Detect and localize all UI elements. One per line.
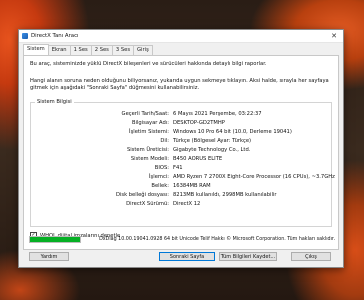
info-label: İşletim Sistemi: [129,129,169,135]
system-info-group: Sistem Bilgisi Geçerli Tarih/Saat: 6 May… [30,99,335,227]
info-row-pagefile: Disk belleği dosyası: 8213MB kullanıldı,… [31,192,331,199]
info-row-os: İşletim Sistemi: Windows 10 Pro 64 bit (… [31,129,331,136]
info-label: İşlemci: [149,174,169,180]
info-value: B450 AORUS ELITE [173,156,223,162]
info-value: DirectX 12 [173,201,201,207]
info-row-language: Dil: Türkçe (Bölgesel Ayar: Türkçe) [31,138,331,145]
tab-input[interactable]: Giriş [133,45,153,55]
info-value: F41 [173,165,183,171]
info-row-datetime: Geçerli Tarih/Saat: 6 Mayıs 2021 Perşemb… [31,111,331,118]
info-row-model: Sistem Modeli: B450 AORUS ELITE [31,156,331,163]
info-label: Sistem Modeli: [130,156,169,162]
info-label: Disk belleği dosyası: [115,192,169,198]
progress-bar [29,236,81,243]
tab-sound-3[interactable]: 3 Ses [111,45,135,55]
instructions-text: Hangi alanın soruna neden olduğunu biliy… [30,78,329,91]
close-button[interactable]: ✕ [325,30,343,42]
info-value: Gigabyte Technology Co., Ltd. [173,147,251,153]
progress-fill [30,237,80,242]
info-label: Sistem Üreticisi: [126,147,169,153]
info-value: Türkçe (Bölgesel Ayar: Türkçe) [173,138,252,144]
title-bar: DirectX Tanı Aracı ✕ [19,30,343,43]
tab-sound-2[interactable]: 2 Ses [90,45,113,55]
save-all-button[interactable]: Tüm Bilgileri Kaydet... [219,252,277,261]
info-value: 6 Mayıs 2021 Perşembe, 03:22:37 [173,111,262,117]
next-page-button[interactable]: Sonraki Sayfa [159,252,215,261]
dxdiag-window: DirectX Tanı Aracı ✕ Sistem Ekran 1 Ses … [18,29,344,268]
info-value: 8213MB kullanıldı, 2998MB kullanılabilir [173,192,277,198]
info-value: Windows 10 Pro 64 bit (10.0, Derleme 190… [173,129,292,135]
info-row-bios: BIOS: F41 [31,165,331,172]
info-label: Dil: [160,138,169,144]
info-label: BIOS: [154,165,169,171]
info-value: AMD Ryzen 7 2700X Eight-Core Processor (… [173,174,335,180]
tab-sound-1[interactable]: 1 Ses [69,45,92,55]
system-info-title: Sistem Bilgisi [35,99,74,105]
tab-system[interactable]: Sistem [23,44,49,55]
info-row-memory: Bellek: 16384MB RAM [31,183,331,190]
info-value: 16384MB RAM [173,183,211,189]
info-label: Bilgisayar Adı: [131,120,169,126]
info-label: Bellek: [151,183,169,189]
system-tab-panel: Bu araç, sisteminizde yüklü DirectX bile… [23,55,339,250]
info-row-processor: İşlemci: AMD Ryzen 7 2700X Eight-Core Pr… [31,174,335,181]
help-button[interactable]: Yardım [29,252,69,261]
tab-display[interactable]: Ekran [47,45,71,55]
info-value: DESKTOP-GD2TMHP [173,120,225,126]
exit-button[interactable]: Çıkış [291,252,331,261]
info-label: DirectX Sürümü: [126,201,169,207]
info-row-directx-version: DirectX Sürümü: DirectX 12 [31,201,331,208]
tab-strip: Sistem Ekran 1 Ses 2 Ses 3 Ses Giriş [23,44,153,55]
directx-app-icon [22,33,28,39]
window-title: DirectX Tanı Aracı [31,33,79,39]
intro-text: Bu araç, sisteminizde yüklü DirectX bile… [30,61,267,67]
copyright-text: DxDiag 10.00.19041.0928 64 bit Unicode T… [99,237,335,242]
info-label: Geçerli Tarih/Saat: [121,111,169,117]
info-row-manufacturer: Sistem Üreticisi: Gigabyte Technology Co… [31,147,331,154]
info-row-computer-name: Bilgisayar Adı: DESKTOP-GD2TMHP [31,120,331,127]
